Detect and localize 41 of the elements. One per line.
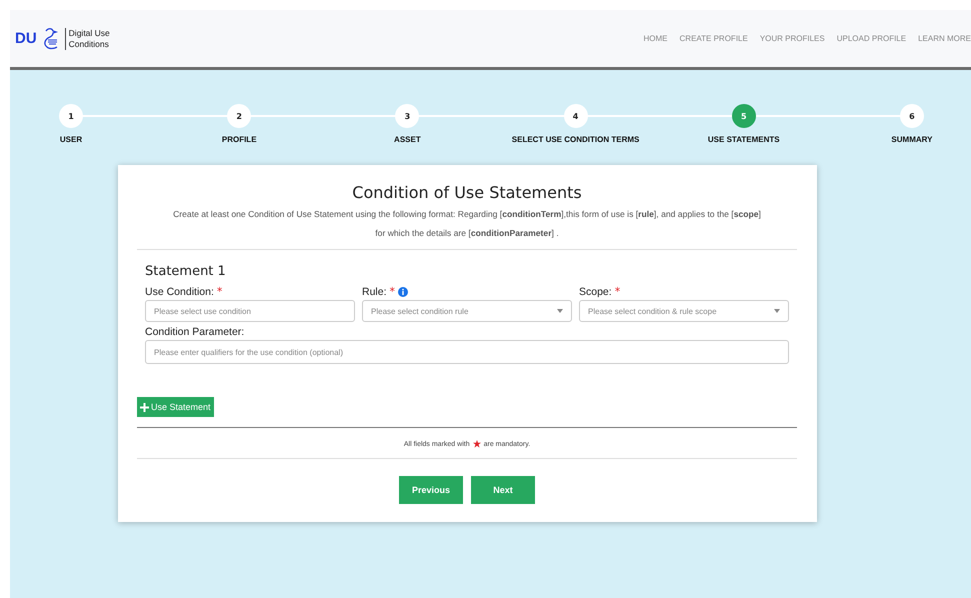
step-circle[interactable]: 1 (59, 104, 83, 128)
star-icon (472, 440, 481, 448)
add-statement-button[interactable]: Use Statement (137, 397, 214, 417)
step-label: PROFILE (222, 135, 257, 144)
statement-title: Statement 1 (145, 264, 227, 279)
nav-link[interactable]: LEARN MORE (918, 34, 971, 43)
field-label: Rule: (362, 286, 387, 298)
input-field[interactable]: Please select use condition (145, 300, 355, 322)
field-label: Condition Parameter: (145, 326, 246, 338)
step-circle[interactable]: 4 (564, 104, 588, 128)
field-label: Scope: (579, 286, 612, 298)
required-mark: * (390, 285, 396, 298)
step-circle[interactable]: 5 (732, 104, 756, 128)
nav-link[interactable]: YOUR PROFILES (760, 34, 825, 43)
step-label: USER (60, 135, 82, 144)
form-description: Create at least one Condition of Use Statement using the following format: Regarding [conditionTerm],this form of use is [rule], and applies to the [scope] for which the details are [conditionParameter] . (172, 208, 762, 240)
required-mark: * (614, 285, 620, 298)
step-label: ASSET (394, 135, 421, 144)
required-mark: * (216, 285, 222, 298)
nav-link[interactable]: UPLOAD PROFILE (836, 34, 906, 43)
info-icon[interactable] (398, 286, 408, 296)
field-label: Use Condition: (145, 286, 214, 298)
nav-button[interactable]: Previous (399, 476, 463, 504)
step-circle[interactable]: 6 (900, 104, 924, 128)
plus-icon (140, 402, 149, 412)
caret-icon (774, 309, 780, 313)
nav-link[interactable]: CREATE PROFILE (680, 34, 748, 43)
step-circle[interactable]: 3 (395, 104, 420, 128)
nav-button[interactable]: Next (471, 476, 535, 504)
form-title: Condition of Use Statements (351, 183, 583, 202)
input-field[interactable]: Please enter qualifiers for the use condition (optional) (145, 340, 789, 364)
step-label: USE STATEMENTS (708, 135, 780, 144)
step-label: SUMMARY (891, 135, 932, 144)
select-field[interactable]: Please select condition & rule scope (579, 300, 789, 322)
nav-link[interactable]: HOME (644, 34, 668, 43)
caret-icon (557, 309, 563, 313)
step-label: SELECT USE CONDITION TERMS (512, 135, 640, 144)
brand-name: Digital Use Conditions (64, 28, 120, 50)
logo-text: DU (15, 30, 37, 47)
step-circle[interactable]: 2 (227, 104, 252, 128)
select-field[interactable]: Please select condition rule (362, 300, 572, 322)
